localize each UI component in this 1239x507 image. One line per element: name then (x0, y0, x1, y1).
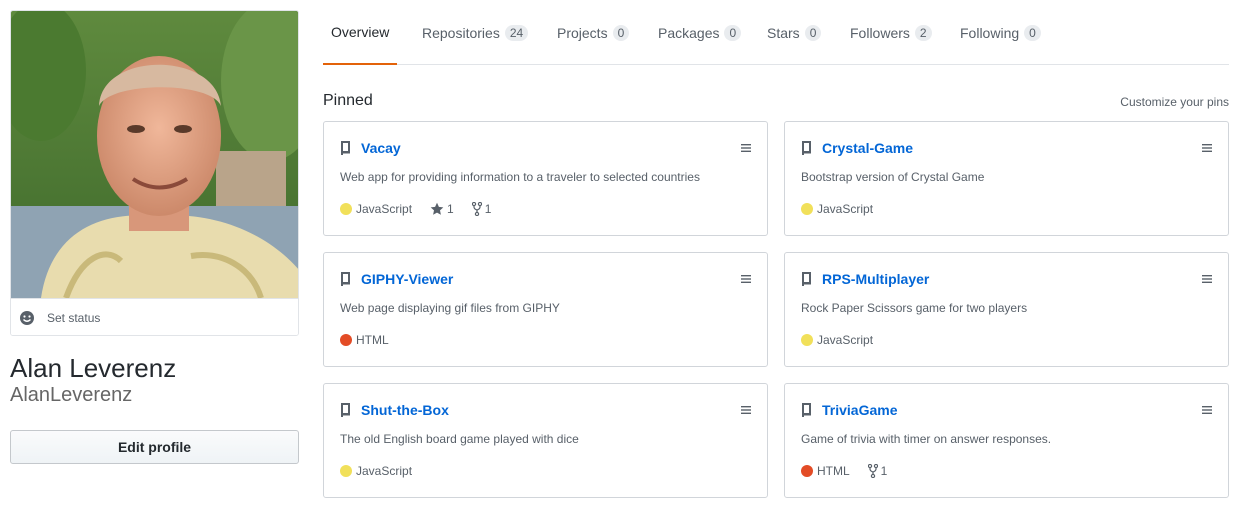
tab-label: Repositories (422, 24, 500, 41)
pinned-repo-card: Crystal-Game Bootstrap version of Crysta… (784, 121, 1229, 236)
pinned-repo-card: TriviaGame Game of trivia with timer on … (784, 383, 1229, 498)
pinned-repo-card: Vacay Web app for providing information … (323, 121, 768, 236)
tab-label: Projects (557, 24, 608, 41)
profile-nav: Overview Repositories 24 Projects 0 Pack… (323, 0, 1229, 65)
star-count: 1 (447, 202, 454, 216)
avatar-container: Set status (10, 10, 299, 336)
repo-link[interactable]: Crystal-Game (822, 140, 913, 156)
repo-language: JavaScript (817, 333, 874, 347)
fork-icon (867, 464, 878, 478)
repo-link[interactable]: Shut-the-Box (361, 402, 449, 418)
repo-link[interactable]: Vacay (361, 140, 401, 156)
tab-projects[interactable]: Projects 0 (557, 0, 630, 65)
grabber-icon[interactable] (741, 405, 751, 415)
tab-label: Following (960, 24, 1020, 41)
tab-following[interactable]: Following 0 (960, 0, 1041, 65)
repo-description: Bootstrap version of Crystal Game (801, 170, 985, 184)
repo-description: Game of trivia with timer on answer resp… (801, 432, 1052, 446)
language-color-dot (801, 334, 813, 346)
repo-icon (341, 403, 350, 417)
language-color-dot (801, 203, 813, 215)
repo-language: JavaScript (356, 464, 413, 478)
counter-badge: 0 (804, 24, 822, 41)
forks-link[interactable]: 1 (471, 202, 492, 216)
tab-label: Overview (331, 23, 390, 40)
grabber-icon[interactable] (1202, 143, 1212, 153)
tab-repositories[interactable]: Repositories 24 (422, 0, 529, 65)
star-icon (430, 202, 444, 215)
fork-count: 1 (880, 464, 888, 478)
edit-profile-button[interactable]: Edit profile (10, 430, 299, 464)
tab-stars[interactable]: Stars 0 (767, 0, 822, 65)
repo-description: The old English board game played with d… (340, 432, 579, 446)
tab-packages[interactable]: Packages 0 (658, 0, 742, 65)
counter-badge: 24 (504, 24, 529, 41)
grabber-icon[interactable] (741, 274, 751, 284)
repo-icon (802, 141, 811, 155)
counter-badge: 0 (1024, 24, 1041, 41)
avatar[interactable] (11, 11, 299, 298)
grabber-icon[interactable] (741, 143, 751, 153)
fork-icon (471, 202, 482, 216)
repo-icon (802, 403, 811, 417)
stars-link[interactable]: 1 (430, 202, 454, 216)
tab-label: Followers (850, 24, 910, 41)
grabber-icon[interactable] (1202, 274, 1212, 284)
pinned-repo-card: Shut-the-Box The old English board game … (323, 383, 768, 498)
repo-language: JavaScript (356, 202, 413, 216)
counter-badge: 0 (612, 24, 630, 41)
tab-overview[interactable]: Overview (323, 0, 398, 65)
repo-link[interactable]: GIPHY-Viewer (361, 271, 453, 287)
fork-count: 1 (484, 202, 492, 216)
counter-badge: 0 (724, 24, 742, 41)
grabber-icon[interactable] (1202, 405, 1212, 415)
repo-link[interactable]: RPS-Multiplayer (822, 271, 929, 287)
repo-icon (341, 272, 350, 286)
repo-description: Web page displaying gif files from GIPHY (340, 301, 560, 315)
pinned-repo-card: RPS-Multiplayer Rock Paper Scissors game… (784, 252, 1229, 367)
customize-pins-link[interactable]: Customize your pins (1120, 95, 1229, 109)
tab-label: Packages (658, 24, 720, 41)
repo-icon (802, 272, 811, 286)
pinned-repo-card: GIPHY-Viewer Web page displaying gif fil… (323, 252, 768, 367)
language-color-dot (340, 465, 352, 477)
repo-language: HTML (817, 464, 850, 478)
language-color-dot (340, 203, 352, 215)
pinned-heading: Pinned (323, 92, 373, 109)
repo-language: HTML (356, 333, 389, 347)
tab-followers[interactable]: Followers 2 (850, 0, 932, 65)
profile-username: AlanLeverenz (10, 384, 133, 406)
repo-icon (341, 141, 350, 155)
repo-description: Web app for providing information to a t… (340, 170, 700, 184)
profile-fullname: Alan Leverenz (10, 353, 177, 383)
repo-description: Rock Paper Scissors game for two players (801, 301, 1028, 315)
set-status-button[interactable]: Set status (11, 298, 298, 335)
language-color-dot (340, 334, 352, 346)
repo-language: JavaScript (817, 202, 874, 216)
tab-label: Stars (767, 24, 800, 41)
forks-link[interactable]: 1 (867, 464, 888, 478)
smiley-icon (20, 310, 34, 325)
repo-link[interactable]: TriviaGame (822, 402, 898, 418)
set-status-label: Set status (47, 310, 101, 325)
language-color-dot (801, 465, 813, 477)
counter-badge: 2 (914, 24, 932, 41)
